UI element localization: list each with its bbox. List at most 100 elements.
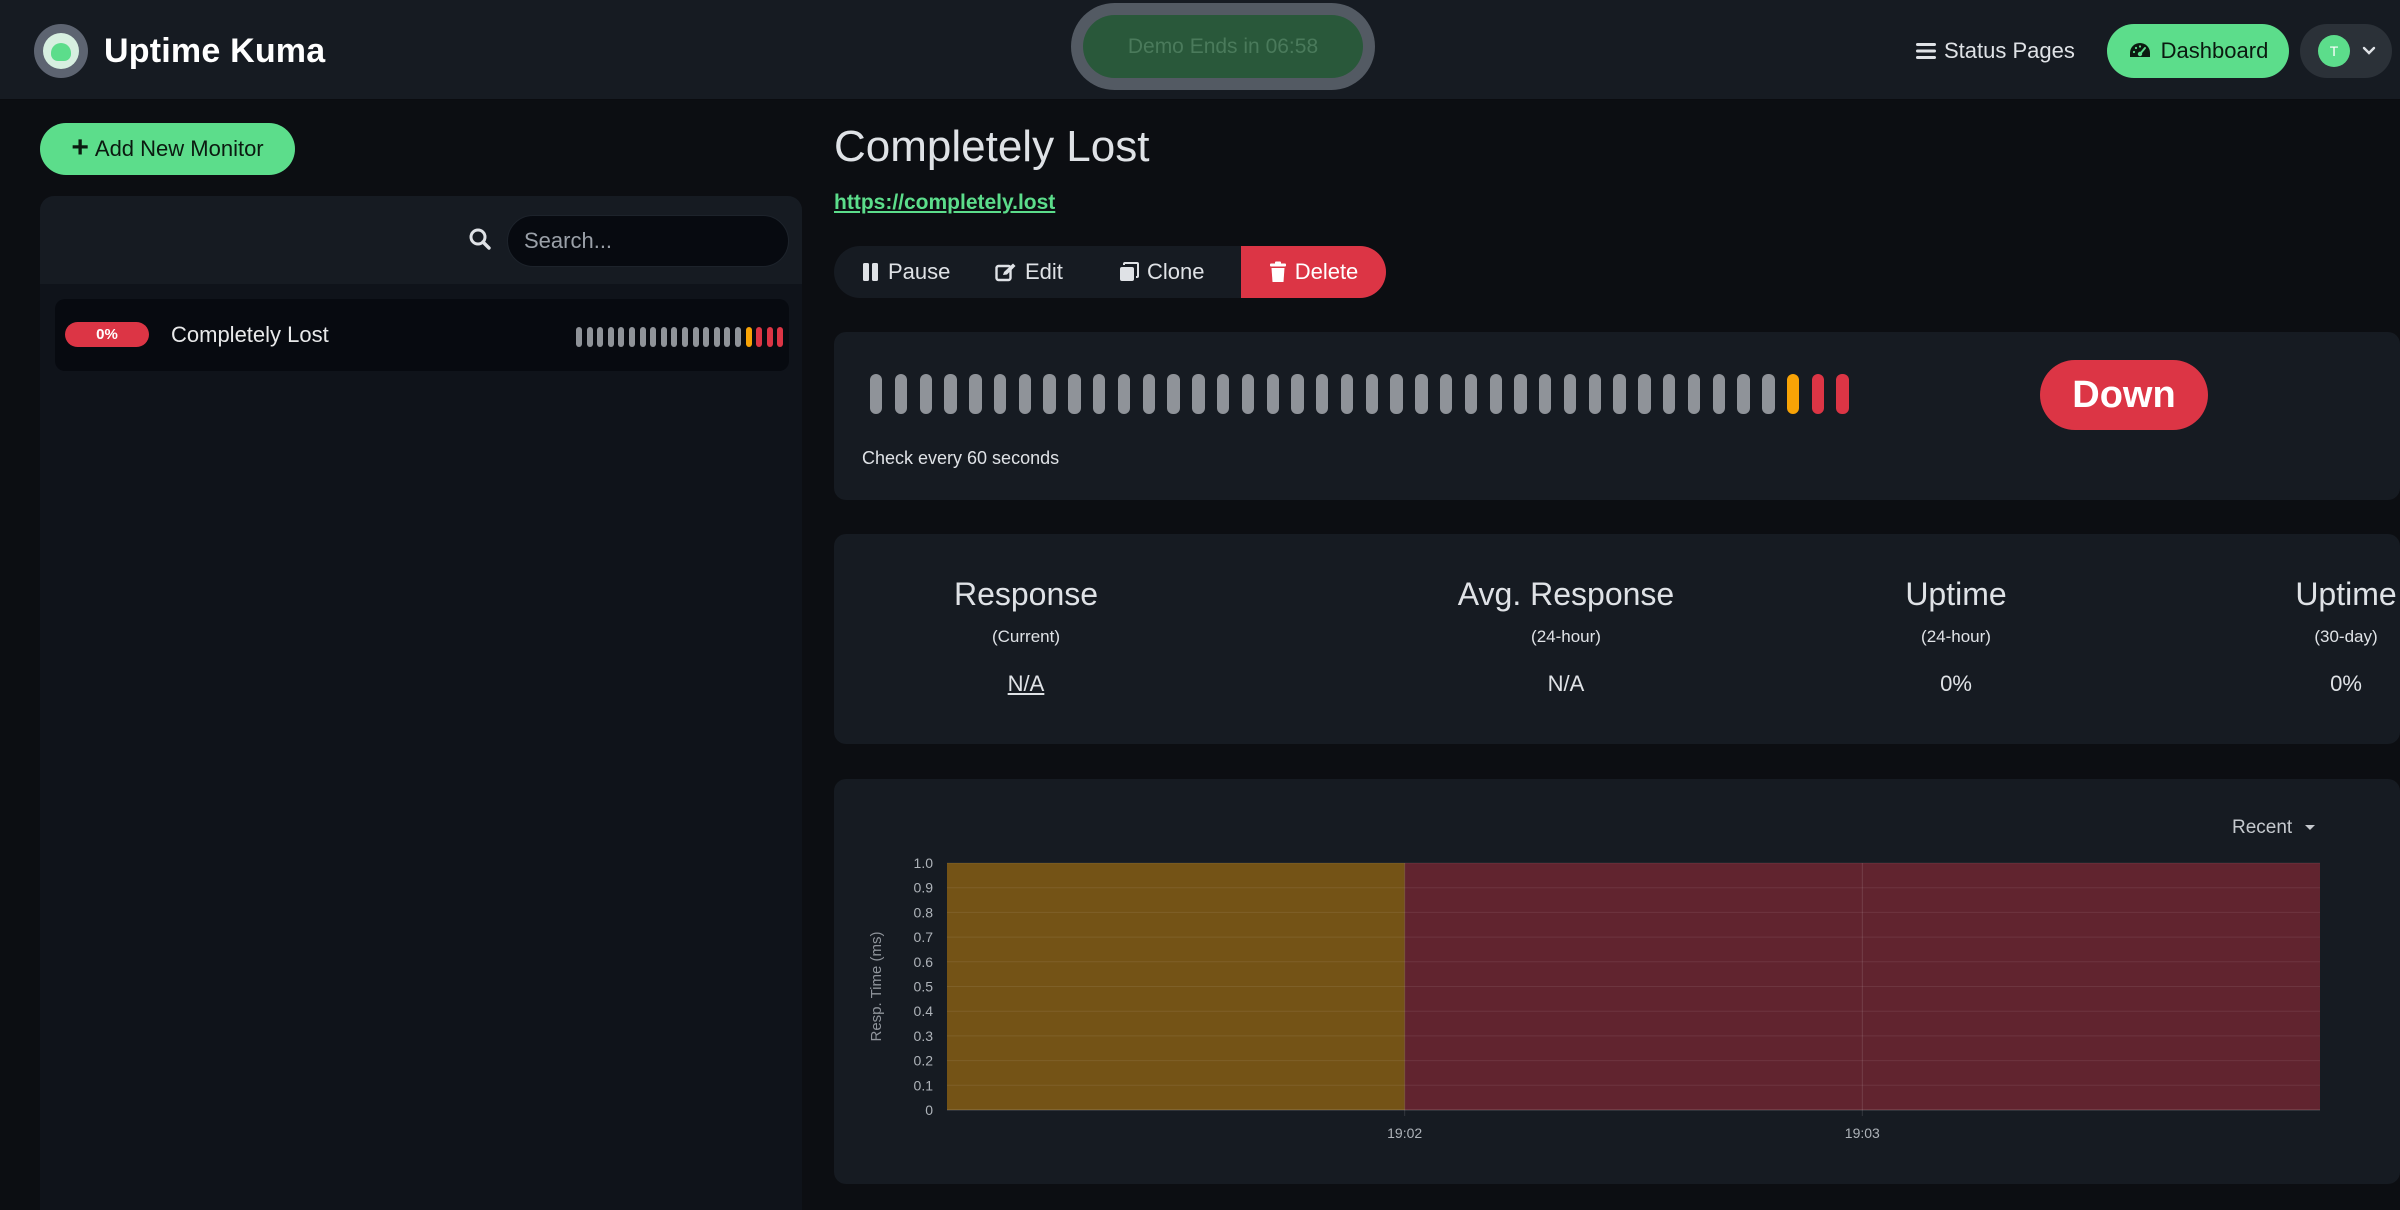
heartbeat-empty [734, 327, 741, 347]
stat-title: Uptime [2295, 576, 2397, 612]
heartbeat-empty [1762, 374, 1775, 414]
heartbeat-down [777, 327, 784, 347]
stat-value: N/A [1547, 671, 1585, 696]
monitor-url-link[interactable]: https://completely.lost [834, 191, 1055, 215]
brand-link[interactable]: Uptime Kuma [34, 24, 325, 78]
heartbeat-empty [650, 327, 657, 347]
chart-y-tick-label: 0 [925, 1102, 933, 1118]
heartbeat-card: Check every 60 seconds Down [834, 332, 2400, 500]
stat-value: 0% [1940, 671, 1972, 696]
heartbeat-empty [1514, 374, 1527, 414]
add-new-monitor-label: Add New Monitor [94, 136, 264, 161]
chart-y-tick-label: 1.0 [914, 855, 934, 871]
clone-label: Clone [1147, 259, 1205, 284]
app-title: Uptime Kuma [104, 31, 326, 70]
chart-y-tick-label: 0.5 [914, 979, 934, 995]
heartbeat-empty [1687, 374, 1701, 414]
chart-x-tick-label: 19:02 [1387, 1125, 1422, 1141]
avatar: T [2318, 35, 2350, 67]
chart-y-tick-label: 0.7 [914, 929, 934, 945]
heartbeat-empty [1117, 374, 1131, 414]
heartbeat-empty [1043, 374, 1056, 414]
heartbeat-empty [618, 327, 625, 347]
chart-y-tick-label: 0.3 [914, 1028, 934, 1044]
status-badge: Down [2040, 360, 2208, 430]
chart-y-tick-label: 0.9 [914, 880, 934, 896]
pause-button[interactable]: Pause [834, 246, 965, 298]
heartbeat-empty [1539, 374, 1552, 414]
heartbeat-empty [597, 327, 604, 347]
heartbeat-pending [1786, 374, 1800, 414]
heartbeat-empty [660, 327, 667, 347]
heartbeat-pending [745, 327, 752, 347]
stat-subtitle: (24-hour) [1921, 627, 1991, 646]
heartbeat-empty [1316, 374, 1329, 414]
chart-x-tick-label: 19:03 [1845, 1125, 1880, 1141]
stat-subtitle: (Current) [991, 627, 1060, 646]
heartbeat-empty [1390, 374, 1403, 414]
response-time-chart-card: Recent 0 0.1 0.2 0.3 0.4 0.5 0.6 0.7 0.8 0.9 1.0 19… [834, 779, 2400, 1184]
response-time-chart: 0 0.1 0.2 0.3 0.4 0.5 0.6 0.7 0.8 0.9 1.0 19:02 19:0… [868, 855, 2320, 1141]
heartbeat-empty [1489, 374, 1502, 414]
stat-uptime-24h: Uptime (24-hour) 0% [1806, 576, 2106, 697]
heartbeat-empty [1638, 374, 1651, 414]
heartbeat-empty [713, 327, 720, 347]
uptime-kuma-logo-icon [34, 24, 88, 78]
dashboard-button[interactable]: Dashboard [2107, 24, 2289, 78]
heartbeat-empty [1712, 374, 1725, 414]
heartbeat-empty [607, 327, 614, 347]
stat-value: 0% [2330, 671, 2362, 696]
heartbeat-down [1811, 374, 1825, 414]
heartbeat-down [756, 327, 763, 347]
stat-title: Avg. Response [1457, 576, 1675, 612]
uptime-badge: 0% [65, 322, 149, 347]
heartbeat-empty [1068, 374, 1081, 414]
stat-value[interactable]: N/A [876, 671, 1176, 697]
chart-y-tick-label: 0.4 [914, 1003, 934, 1019]
status-pages-label: Status Pages [1944, 38, 2075, 63]
demo-countdown-banner: Demo Ends in 06:58 [1071, 3, 1375, 90]
stat-subtitle: (30-day) [2314, 627, 2378, 646]
heartbeat-down [766, 327, 773, 347]
stat-response-current: Response (Current) N/A [876, 576, 1176, 697]
monitor-list-panel: 0% Completely Lost [40, 196, 802, 1210]
heartbeat-empty [586, 327, 593, 347]
monitor-list-item[interactable]: 0% Completely Lost [55, 299, 789, 371]
dashboard-label: Dashboard [2160, 38, 2269, 63]
heartbeat-empty [1018, 374, 1032, 414]
delete-button[interactable]: Delete [1241, 246, 1386, 298]
heartbeat-empty [1464, 374, 1478, 414]
status-pages-link[interactable]: Status Pages [1916, 34, 2075, 68]
heartbeat-empty [724, 327, 731, 347]
speedometer-icon [2129, 43, 2150, 57]
stats-card: Response (Current) N/A Avg. Response (24… [834, 534, 2400, 744]
monitor-actions-group: Pause Edit Clone Delete [834, 246, 1386, 298]
chart-y-tick-label: 0.1 [914, 1077, 934, 1093]
profile-dropdown[interactable]: T [2300, 24, 2392, 78]
stat-subtitle: (24-hour) [1531, 627, 1601, 646]
heartbeat-empty [1093, 374, 1106, 414]
heartbeat-empty [1563, 374, 1577, 414]
search-input[interactable] [507, 215, 789, 267]
clone-icon [1120, 262, 1139, 281]
clone-button[interactable]: Clone [1091, 246, 1241, 298]
plus-icon: + [71, 130, 89, 164]
heartbeat-empty [628, 327, 635, 347]
heartbeat-empty [692, 327, 699, 347]
heartbeat-empty [944, 374, 957, 414]
heartbeat-empty [1415, 374, 1428, 414]
heartbeat-empty [1266, 374, 1279, 414]
chart-y-axis-label: Resp. Time (ms) [868, 931, 885, 1041]
delete-label: Delete [1294, 259, 1359, 284]
heartbeat-empty [1613, 374, 1626, 414]
heartbeat-empty [1340, 374, 1354, 414]
trash-icon [1269, 261, 1286, 282]
heartbeat-bar [870, 374, 1849, 414]
edit-icon [995, 263, 1016, 282]
heartbeat-empty [639, 327, 646, 347]
stat-title: Response [953, 576, 1099, 612]
add-new-monitor-button[interactable]: + Add New Monitor [40, 123, 295, 175]
monitor-title: Completely Lost [834, 122, 1150, 171]
edit-button[interactable]: Edit [965, 246, 1091, 298]
heartbeat-empty [870, 374, 883, 414]
